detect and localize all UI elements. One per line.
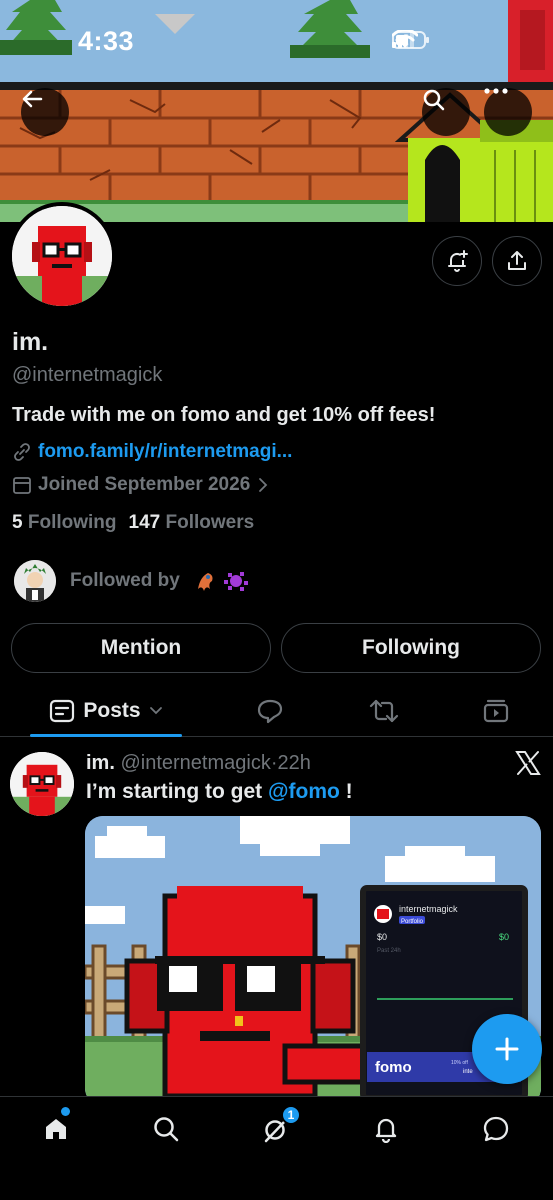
status-bar: 4:33 (0, 0, 553, 80)
messages-icon (483, 1116, 509, 1142)
plus-icon (495, 1037, 519, 1061)
follower-emoji-icons (197, 572, 248, 591)
post-time: 22h (277, 752, 311, 774)
nav-home[interactable] (36, 1111, 76, 1147)
following-label: Following (27, 512, 117, 533)
bottom-nav: 1 (0, 1096, 553, 1200)
back-button[interactable] (21, 88, 69, 136)
profile-avatar-image (12, 206, 112, 306)
post-pixel-art-image: internetmagick Portfolio $0 $0 Past 24h … (85, 816, 541, 1106)
arrow-left-icon (22, 90, 43, 108)
home-icon (46, 1119, 66, 1139)
red-pixel-character-icon (10, 752, 74, 816)
nav-notifications[interactable] (366, 1111, 406, 1147)
home-unread-dot (61, 1107, 70, 1116)
search-icon (423, 89, 445, 111)
follow-counts: 5 Following 147 Followers (12, 512, 254, 534)
post-text-after: ! (339, 780, 353, 803)
nav-search[interactable] (146, 1111, 186, 1147)
post-separator: · (270, 752, 278, 774)
following-count: 5 (12, 512, 23, 533)
nav-messages[interactable] (476, 1111, 516, 1147)
followers-link[interactable]: 147 Followers (129, 512, 255, 534)
link-icon (14, 443, 30, 461)
post-author-handle[interactable]: @internetmagick (120, 752, 270, 774)
card-period: Past 24h (377, 948, 401, 954)
card-username: internetmagick (399, 904, 458, 914)
red-pixel-character-icon (12, 206, 112, 306)
profile-bio: Trade with me on fomo and get 10% off fe… (12, 404, 436, 426)
bell-plus-icon (448, 250, 468, 272)
notifications-subscribe-button[interactable] (432, 236, 482, 286)
status-time: 4:33 (78, 26, 135, 56)
post-header: im. @internetmagick·22h (86, 752, 311, 775)
search-icon (154, 1117, 179, 1142)
profile-tabs: Posts (0, 685, 553, 737)
follower-avatar (14, 560, 56, 602)
battery-icon (392, 31, 429, 49)
card-brand: fomo (375, 1059, 412, 1076)
profile-link[interactable]: fomo.family/r/internetmagi... (12, 441, 292, 463)
ellipsis-icon (484, 88, 508, 94)
card-promo-sub: inte (463, 1069, 473, 1075)
grok-badge: 1 (281, 1105, 301, 1125)
compose-post-button[interactable] (472, 1014, 542, 1084)
followed-by-row[interactable]: Followed by (14, 560, 252, 602)
notifications-icon (375, 1118, 397, 1143)
card-promo: 10% off (451, 1060, 468, 1066)
follower-character-icon (14, 560, 56, 602)
profile-handle: @internetmagick (12, 364, 163, 386)
repost-icon (369, 699, 399, 723)
tab-reposts[interactable] (362, 685, 406, 737)
post-author-name[interactable]: im. (86, 752, 115, 774)
card-balance: $0 (377, 932, 387, 942)
profile-link-text[interactable]: fomo.family/r/internetmagi... (38, 441, 292, 463)
media-icon (483, 699, 509, 723)
tab-media[interactable] (474, 685, 518, 737)
posts-icon (50, 699, 75, 723)
card-tag: Portfolio (401, 919, 424, 925)
profile-avatar[interactable] (8, 202, 116, 310)
profile-joined[interactable]: Joined September 2026 (12, 474, 270, 496)
more-options-button[interactable] (484, 88, 532, 136)
post-mention-link[interactable]: @fomo (268, 780, 340, 803)
active-tab-indicator (30, 734, 182, 737)
tab-posts[interactable]: Posts (30, 685, 182, 737)
replies-bubble-icon (257, 699, 283, 724)
post-media-image[interactable]: internetmagick Portfolio $0 $0 Past 24h … (85, 816, 541, 1106)
mention-button[interactable]: Mention (11, 623, 271, 673)
share-profile-button[interactable] (492, 236, 542, 286)
followed-by-label: Followed by (70, 570, 180, 591)
card-change: $0 (499, 932, 509, 942)
followers-label: Followers (165, 512, 255, 533)
search-button[interactable] (422, 88, 470, 136)
share-icon (508, 251, 526, 270)
calendar-icon (13, 477, 31, 494)
following-link[interactable]: 5 Following (12, 512, 117, 534)
following-button[interactable]: Following (281, 623, 541, 673)
chevron-right-icon (259, 478, 268, 492)
followers-count: 147 (128, 512, 161, 533)
profile-joined-text: Joined September 2026 (38, 474, 251, 495)
chevron-down-icon (149, 707, 162, 715)
tab-posts-label: Posts (83, 699, 141, 722)
tab-replies[interactable] (248, 685, 292, 737)
post-author-avatar[interactable] (10, 752, 74, 816)
profile-banner: 4:33 (0, 0, 553, 222)
post-text: I’m starting to get @fomo ! (86, 780, 353, 804)
x-logo-icon (515, 751, 541, 775)
profile-display-name: im. (12, 328, 49, 356)
post-text-before: I’m starting to get (86, 780, 269, 803)
